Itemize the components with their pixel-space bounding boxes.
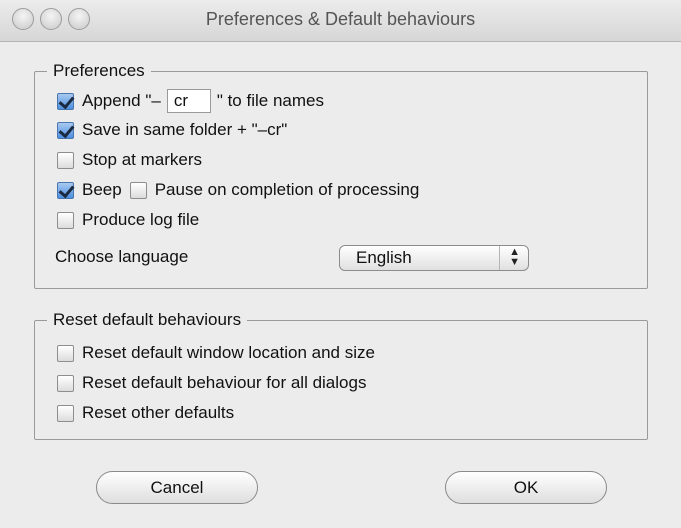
stop-at-markers-row: Stop at markers bbox=[57, 148, 202, 172]
title-bar: Preferences & Default behaviours bbox=[0, 0, 681, 42]
beep-label: Beep bbox=[82, 180, 122, 199]
reset-other-defaults-row: Reset other defaults bbox=[57, 401, 234, 425]
reset-dialogs-label: Reset default behaviour for all dialogs bbox=[82, 373, 367, 392]
append-checkbox[interactable] bbox=[57, 92, 74, 110]
choose-language-row: Choose language English ▲ ▼ bbox=[55, 245, 615, 271]
pause-on-completion-label: Pause on completion of processing bbox=[154, 180, 420, 199]
append-text-field[interactable]: cr bbox=[166, 89, 211, 113]
choose-language-label: Choose language bbox=[55, 247, 189, 266]
preferences-group-label: Preferences bbox=[47, 60, 151, 82]
save-same-folder-row: Save in same folder + "–cr" bbox=[57, 118, 287, 142]
beep-checkbox[interactable] bbox=[57, 181, 74, 199]
language-select-value: English bbox=[356, 248, 412, 267]
reset-other-defaults-label: Reset other defaults bbox=[82, 403, 235, 422]
produce-log-file-row: Produce log file bbox=[57, 208, 199, 232]
append-label-prefix: Append "– bbox=[82, 91, 161, 110]
pause-on-completion-checkbox[interactable] bbox=[129, 181, 147, 199]
preferences-window: Preferences & Default behaviours Prefere… bbox=[0, 0, 681, 528]
produce-log-file-checkbox[interactable] bbox=[57, 211, 74, 229]
updown-arrows-icon: ▲ ▼ bbox=[509, 246, 520, 268]
language-select[interactable]: English ▲ ▼ bbox=[339, 245, 529, 271]
append-label-suffix: " to file names bbox=[216, 91, 324, 110]
cancel-button[interactable]: Cancel bbox=[96, 471, 258, 504]
stop-at-markers-checkbox[interactable] bbox=[57, 151, 74, 169]
stop-at-markers-label: Stop at markers bbox=[82, 150, 202, 169]
reset-dialogs-checkbox[interactable] bbox=[57, 374, 74, 392]
preferences-group: Preferences Append "– cr " to file names… bbox=[34, 60, 648, 289]
reset-dialogs-row: Reset default behaviour for all dialogs bbox=[57, 371, 366, 395]
window-title: Preferences & Default behaviours bbox=[205, 9, 476, 29]
reset-window-location-row: Reset default window location and size bbox=[57, 341, 375, 365]
reset-other-defaults-checkbox[interactable] bbox=[57, 404, 74, 422]
reset-defaults-group: Reset default behaviours Reset default w… bbox=[34, 309, 648, 440]
produce-log-file-label: Produce log file bbox=[82, 210, 200, 229]
reset-group-label: Reset default behaviours bbox=[47, 309, 248, 331]
ok-button[interactable]: OK bbox=[445, 471, 607, 504]
append-row: Append "– cr " to file names bbox=[57, 89, 324, 113]
beep-row: Beep Pause on completion of processing bbox=[57, 178, 419, 202]
reset-window-location-checkbox[interactable] bbox=[57, 344, 74, 362]
save-same-folder-checkbox[interactable] bbox=[57, 121, 74, 139]
reset-window-location-label: Reset default window location and size bbox=[82, 343, 375, 362]
select-divider bbox=[499, 246, 500, 270]
save-same-folder-label: Save in same folder + "–cr" bbox=[82, 120, 288, 139]
